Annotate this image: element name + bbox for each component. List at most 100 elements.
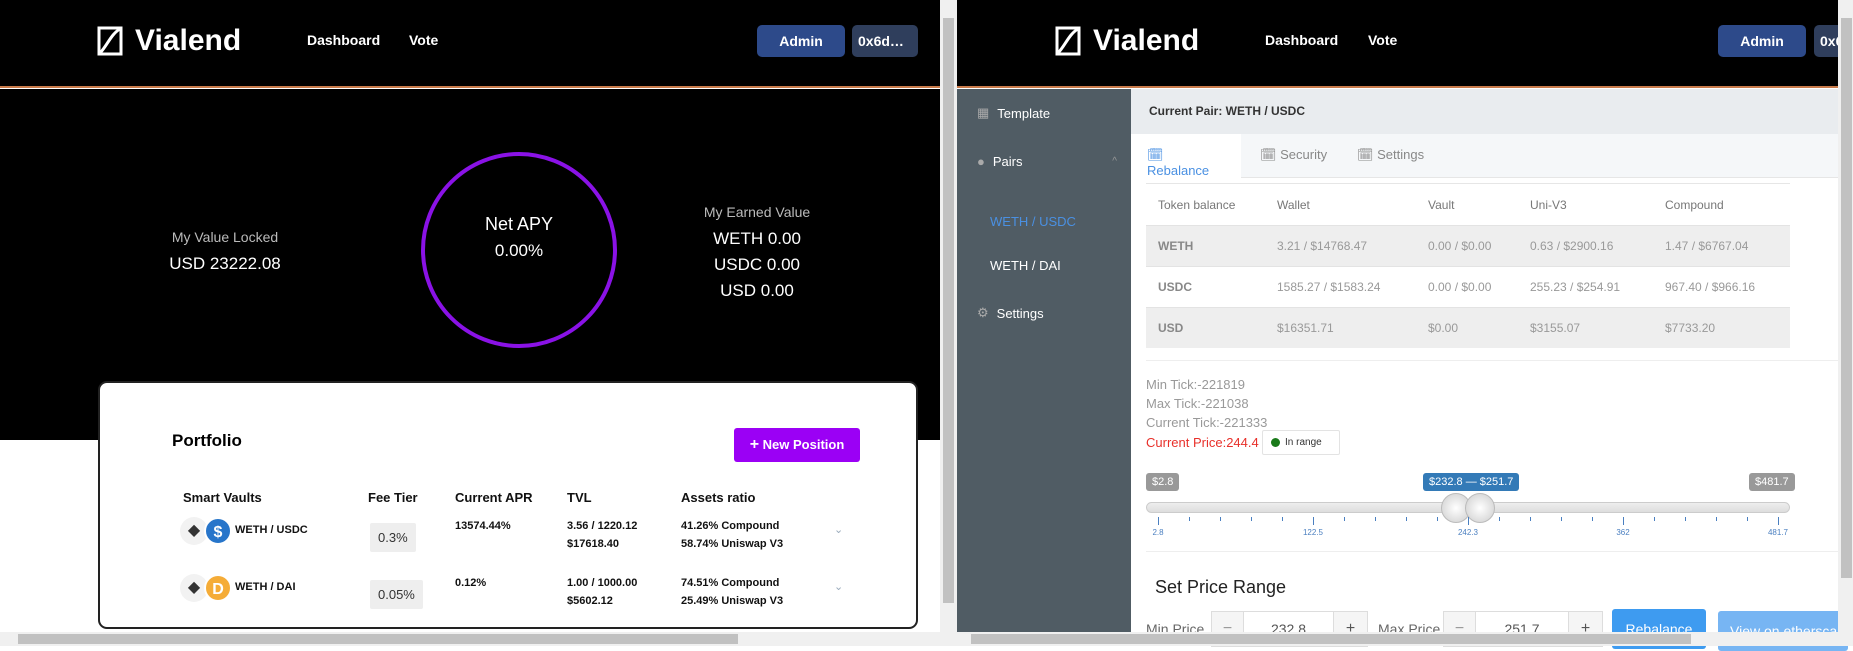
plus-icon: + bbox=[749, 436, 760, 453]
sidebar-item-label: Pairs bbox=[992, 154, 1023, 169]
tab-security[interactable]: 🗓 Security bbox=[1260, 147, 1327, 163]
table-row: WETH 3.21 / $14768.47 0.00 / $0.00 0.63 / $… bbox=[1146, 225, 1790, 266]
horizontal-scrollbar[interactable] bbox=[957, 632, 1838, 646]
status-label: In range bbox=[1285, 437, 1322, 448]
table-cell: 0.00 / $0.00 bbox=[1428, 239, 1492, 253]
slider-tick bbox=[1654, 517, 1655, 521]
slider-tick bbox=[1747, 517, 1748, 521]
slider-tick-label: 481.7 bbox=[1767, 528, 1789, 537]
slider-tick bbox=[1499, 517, 1500, 521]
table-cell: 967.40 / $966.16 bbox=[1665, 280, 1756, 294]
value-locked-label: My Value Locked bbox=[171, 229, 279, 245]
slider-tick bbox=[1561, 517, 1562, 521]
wallet-address-button[interactable]: 0x6dd1... bbox=[852, 25, 918, 57]
horizontal-scrollbar[interactable] bbox=[0, 632, 940, 646]
tvl-usd: $17618.40 bbox=[567, 538, 619, 550]
chevron-down-icon[interactable]: ⌄ bbox=[834, 523, 843, 536]
table-cell: WETH bbox=[1158, 239, 1194, 253]
nav-dashboard[interactable]: Dashboard bbox=[1265, 32, 1338, 48]
admin-button[interactable]: Admin bbox=[1718, 25, 1806, 57]
circle-icon: ● bbox=[977, 154, 985, 169]
earned-weth: WETH 0.00 bbox=[713, 229, 801, 248]
slider-tick bbox=[1375, 517, 1376, 521]
logo-icon bbox=[1055, 26, 1081, 56]
slider-tick-label: 2.8 bbox=[1152, 528, 1164, 537]
logo[interactable]: Vialend bbox=[1055, 24, 1199, 58]
slider-tick bbox=[1685, 517, 1686, 521]
ratio-compound: 74.51% Compound bbox=[681, 577, 780, 589]
table-cell: USD bbox=[1158, 321, 1184, 335]
fee-tier-badge: 0.3% bbox=[370, 523, 416, 552]
gear-icon: ⚙ bbox=[977, 305, 989, 320]
nav-dashboard[interactable]: Dashboard bbox=[307, 32, 380, 48]
logo[interactable]: Vialend bbox=[97, 24, 241, 58]
sidebar-item-template[interactable]: ▦ Template bbox=[977, 105, 1050, 121]
vault-pair: WETH / USDC bbox=[235, 524, 308, 536]
slider-tick bbox=[1158, 517, 1159, 525]
table-cell: 3.21 / $14768.47 bbox=[1277, 239, 1368, 253]
sidebar-item-settings[interactable]: ⚙ Settings bbox=[977, 305, 1044, 321]
vertical-scrollbar[interactable] bbox=[1838, 0, 1853, 646]
nav-vote[interactable]: Vote bbox=[1368, 32, 1397, 48]
current-apr: 13574.44% bbox=[455, 520, 511, 532]
sidebar-item-pairs[interactable]: ● Pairs ^ bbox=[977, 154, 1117, 169]
value-locked-value: USD 23222.08 bbox=[169, 254, 281, 273]
ratio-uniswap: 58.74% Uniswap V3 bbox=[681, 538, 784, 550]
vault-pair: WETH / DAI bbox=[235, 581, 296, 593]
brand-name: Vialend bbox=[135, 24, 242, 57]
tvl-amounts: 1.00 / 1000.00 bbox=[567, 577, 638, 589]
in-range-badge: In range bbox=[1262, 430, 1340, 455]
column-header: Token balance bbox=[1158, 198, 1236, 212]
token-balance-table: Token balance Wallet Vault Uni-V3 Compound W… bbox=[1146, 183, 1790, 348]
dai-icon: D bbox=[204, 574, 232, 602]
sidebar-item-weth-dai[interactable]: WETH / DAI bbox=[990, 258, 1061, 273]
ratio-uniswap: 25.49% Uniswap V3 bbox=[681, 595, 784, 607]
slider-min-label: $2.8 bbox=[1146, 473, 1180, 491]
earned-usd: USD 0.00 bbox=[720, 281, 794, 300]
fee-tier-badge: 0.05% bbox=[370, 580, 423, 609]
tab-label: Rebalance bbox=[1147, 163, 1210, 178]
slider-tick bbox=[1778, 517, 1779, 525]
slider-tick bbox=[1437, 517, 1438, 521]
table-cell: 1585.27 / $1583.24 bbox=[1277, 280, 1381, 294]
tab-label: Settings bbox=[1377, 147, 1425, 162]
header-fee-tier: Fee Tier bbox=[368, 490, 418, 505]
portfolio-title: Portfolio bbox=[172, 431, 242, 450]
sidebar-item-weth-usdc[interactable]: WETH / USDC bbox=[990, 214, 1076, 229]
column-header: Uni-V3 bbox=[1530, 198, 1567, 212]
sidebar-item-label: Template bbox=[997, 105, 1051, 121]
slider-tick bbox=[1251, 517, 1252, 521]
vertical-scrollbar[interactable] bbox=[940, 0, 957, 646]
header-tvl: TVL bbox=[567, 490, 592, 505]
table-cell: 255.23 / $254.91 bbox=[1530, 280, 1621, 294]
slider-tick-label: 362 bbox=[1616, 528, 1630, 537]
tab-settings[interactable]: 🗓 Settings bbox=[1357, 147, 1424, 163]
table-cell: $3155.07 bbox=[1530, 321, 1581, 335]
slider-tick bbox=[1716, 517, 1717, 521]
current-apr: 0.12% bbox=[455, 577, 487, 589]
tab-label: Security bbox=[1280, 147, 1328, 162]
slider-tick bbox=[1623, 517, 1624, 525]
slider-tick bbox=[1220, 517, 1221, 521]
tab-rebalance[interactable]: 🗓 Rebalance bbox=[1131, 134, 1241, 179]
current-tick: Current Tick:-221333 bbox=[1146, 415, 1268, 430]
slider-tick bbox=[1313, 517, 1314, 525]
admin-button[interactable]: Admin bbox=[757, 25, 845, 57]
brand-name: Vialend bbox=[1093, 24, 1200, 57]
slider-tick bbox=[1468, 517, 1469, 525]
new-position-button[interactable]: + New Position bbox=[734, 428, 860, 462]
table-cell: $7733.20 bbox=[1665, 321, 1716, 335]
usdc-icon: $ bbox=[204, 517, 232, 545]
header-smart-vaults: Smart Vaults bbox=[183, 490, 262, 505]
header-current-apr: Current APR bbox=[455, 490, 533, 505]
new-position-label: New Position bbox=[762, 437, 845, 452]
slider-tick bbox=[1592, 517, 1593, 521]
chevron-down-icon[interactable]: ⌄ bbox=[834, 580, 843, 593]
net-apy-value: 0.00% bbox=[494, 241, 544, 260]
left-window: Vialend Dashboard Vote Admin 0x6dd1... M… bbox=[0, 0, 957, 646]
nav-vote[interactable]: Vote bbox=[409, 32, 438, 48]
status-dot-icon bbox=[1271, 438, 1280, 447]
chevron-up-icon: ^ bbox=[1112, 156, 1117, 167]
table-cell: 0.63 / $2900.16 bbox=[1530, 239, 1614, 253]
tvl-amounts: 3.56 / 1220.12 bbox=[567, 520, 638, 532]
